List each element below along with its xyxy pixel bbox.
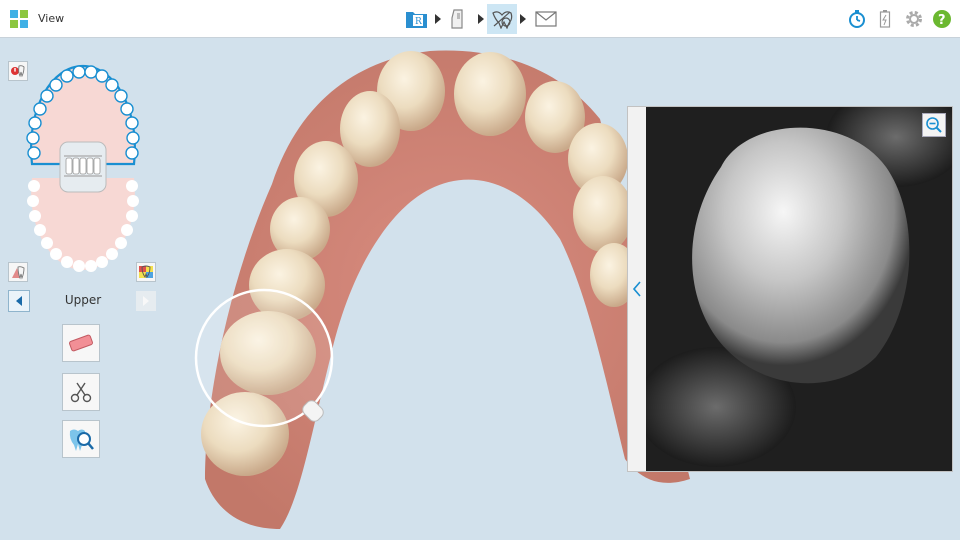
view-tooth-icon [492, 11, 513, 29]
battery-icon [879, 10, 891, 28]
tooth-color-icon [12, 266, 25, 280]
svg-text:?: ? [938, 13, 946, 28]
settings-button[interactable] [903, 8, 925, 30]
envelope-icon [535, 11, 557, 27]
help-icon: ? [933, 10, 951, 28]
svg-text:R: R [415, 17, 422, 27]
collapse-panel-button[interactable] [628, 107, 646, 471]
heatmap-toggle[interactable] [136, 262, 156, 282]
top-bar: View R ? [0, 0, 960, 38]
tooth [573, 176, 633, 252]
app-logo-icon[interactable] [10, 10, 28, 28]
color-mode-toggle[interactable] [8, 262, 28, 282]
battery-indicator [874, 8, 896, 30]
help-button[interactable]: ? [931, 8, 953, 30]
previous-jaw-button[interactable] [8, 290, 30, 312]
view-step-button[interactable] [487, 4, 517, 34]
tooth-heatmap-icon [139, 265, 153, 278]
rx-step-button[interactable]: R [402, 4, 432, 34]
scan-step-button[interactable] [443, 4, 473, 34]
settings-icon [906, 11, 922, 27]
nir-tooth-image [646, 107, 952, 471]
rx-folder-icon: R [406, 12, 427, 28]
scan-wand-icon [451, 9, 463, 29]
zoom-out-icon [926, 117, 942, 133]
jaw-label: Upper [64, 293, 102, 307]
tooth [454, 52, 526, 136]
step-arrow-icon [435, 14, 441, 24]
niri-scan-image[interactable] [646, 107, 952, 471]
eraser-tool-button[interactable] [62, 324, 100, 362]
stopwatch-button[interactable] [846, 8, 868, 30]
jaw-selector: Upper [8, 290, 156, 312]
page-title: View [38, 12, 65, 25]
eraser-icon [69, 334, 93, 352]
chevron-left-icon [632, 281, 641, 297]
send-step-button[interactable] [531, 4, 561, 34]
stopwatch-icon [849, 10, 865, 28]
step-arrow-icon [478, 14, 484, 24]
scissors-icon [70, 382, 92, 403]
arch-navigator[interactable] [22, 58, 144, 276]
tooth-zoom-tool-button[interactable] [62, 420, 100, 458]
chevron-left-icon [16, 296, 22, 306]
zoom-out-button[interactable] [922, 113, 946, 137]
chevron-right-icon [143, 296, 149, 306]
niri-image-panel [627, 106, 953, 472]
magnifier-lens[interactable] [194, 288, 334, 428]
step-arrow-icon [520, 14, 526, 24]
tooth-magnify-icon [69, 429, 94, 451]
trim-tool-button[interactable] [62, 373, 100, 411]
next-jaw-button[interactable] [136, 291, 156, 311]
